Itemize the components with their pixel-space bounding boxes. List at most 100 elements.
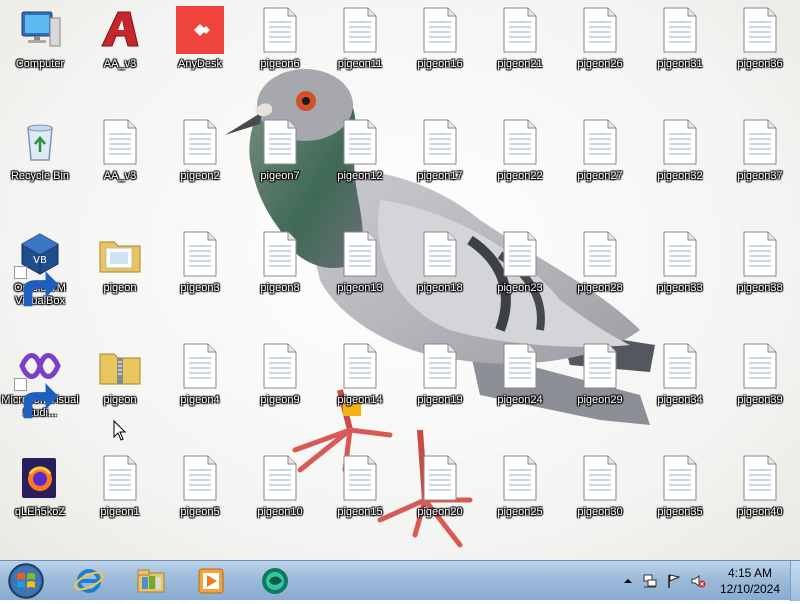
desktop-icon-pigeon19[interactable]: pigeon19 xyxy=(400,336,480,448)
action-center-flag-icon[interactable] xyxy=(666,573,682,589)
desktop-icon-pigeon6[interactable]: pigeon6 xyxy=(240,0,320,112)
desktop-icon-pigeon9[interactable]: pigeon9 xyxy=(240,336,320,448)
desktop-icon-pigeon35[interactable]: pigeon35 xyxy=(640,448,720,560)
desktop-icon-pigeon31[interactable]: pigeon31 xyxy=(640,0,720,112)
desktop-icon-label: pigeon39 xyxy=(737,394,783,406)
desktop-icon-pigeon40[interactable]: pigeon40 xyxy=(720,448,800,560)
show-hidden-icons-arrow[interactable] xyxy=(620,573,636,589)
desktop-icon-pigeon22[interactable]: pigeon22 xyxy=(480,112,560,224)
taskbar-internet-explorer[interactable] xyxy=(64,563,114,599)
volume-muted-icon[interactable] xyxy=(690,573,706,589)
desktop-icon-anydesk[interactable]: AnyDesk xyxy=(160,0,240,112)
desktop-icon-pigeon27[interactable]: pigeon27 xyxy=(560,112,640,224)
desktop-icon-pigeon36[interactable]: pigeon36 xyxy=(720,0,800,112)
text-file-icon xyxy=(576,454,624,502)
desktop-icon-oracle-vm-virtualbox[interactable]: VBOracle VM VirtualBox xyxy=(0,224,80,336)
mouse-cursor-icon xyxy=(113,420,127,441)
desktop-icon-label: pigeon16 xyxy=(417,58,463,70)
desktop-icon-pigeon30[interactable]: pigeon30 xyxy=(560,448,640,560)
desktop-icon-pigeon24[interactable]: pigeon24 xyxy=(480,336,560,448)
clock[interactable]: 4:15 AM 12/10/2024 xyxy=(712,565,788,597)
desktop-icon-recycle-bin[interactable]: Recycle Bin xyxy=(0,112,80,224)
desktop-icon-pigeon28[interactable]: pigeon28 xyxy=(560,224,640,336)
desktop-icon-pigeon14[interactable]: pigeon14 xyxy=(320,336,400,448)
visual-studio-icon xyxy=(14,342,64,419)
text-file-icon xyxy=(416,6,464,54)
internet-explorer-icon xyxy=(74,569,104,593)
desktop-icon-pigeon2[interactable]: pigeon2 xyxy=(160,112,240,224)
desktop-icon-label: AA_v3 xyxy=(103,58,137,70)
desktop-icon-pigeon33[interactable]: pigeon33 xyxy=(640,224,720,336)
desktop-icon-pigeon39[interactable]: pigeon39 xyxy=(720,336,800,448)
desktop-icon-pigeon3[interactable]: pigeon3 xyxy=(160,224,240,336)
desktop-icon-pigeon38[interactable]: pigeon38 xyxy=(720,224,800,336)
desktop-icon-pigeon7[interactable]: pigeon7 xyxy=(240,112,320,224)
recycle-bin-icon xyxy=(16,118,64,166)
desktop[interactable]: Computer Recycle Bin VBOracle VM VirtualBo… xyxy=(0,0,800,560)
desktop-icon-label: pigeon14 xyxy=(337,394,383,406)
desktop-icon-microsoft-visual-studi[interactable]: Microsoft Visual Studi... xyxy=(0,336,80,448)
desktop-icon-label: pigeon23 xyxy=(497,282,543,294)
text-file-icon xyxy=(336,6,384,54)
desktop-icon-label: pigeon37 xyxy=(737,170,783,182)
desktop-icon-label: AnyDesk xyxy=(177,58,223,70)
desktop-icon-pigeon29[interactable]: pigeon29 xyxy=(560,336,640,448)
text-file-icon xyxy=(656,118,704,166)
text-file-icon xyxy=(736,6,784,54)
taskbar-green-app[interactable] xyxy=(250,563,300,599)
desktop-icon-label: pigeon19 xyxy=(417,394,463,406)
desktop-icon-pigeon23[interactable]: pigeon23 xyxy=(480,224,560,336)
show-desktop-button[interactable] xyxy=(790,561,800,601)
desktop-icon-pigeon8[interactable]: pigeon8 xyxy=(240,224,320,336)
text-file-icon xyxy=(416,230,464,278)
desktop-icon-pigeon18[interactable]: pigeon18 xyxy=(400,224,480,336)
text-file-icon xyxy=(96,454,144,502)
desktop-icon-pigeon25[interactable]: pigeon25 xyxy=(480,448,560,560)
desktop-icon-label: AA_v3 xyxy=(103,170,137,182)
desktop-icon-label: pigeon29 xyxy=(577,394,623,406)
taskbar-media-player[interactable] xyxy=(186,563,236,599)
desktop-icon-pigeon21[interactable]: pigeon21 xyxy=(480,0,560,112)
desktop-icon-label: pigeon35 xyxy=(657,506,703,518)
desktop-icon-aa-v3[interactable]: AA_v3 xyxy=(80,0,160,112)
taskbar-windows-explorer[interactable] xyxy=(126,563,176,599)
desktop-icon-pigeon1[interactable]: pigeon1 xyxy=(80,448,160,560)
desktop-icon-pigeon5[interactable]: pigeon5 xyxy=(160,448,240,560)
text-file-icon xyxy=(656,342,704,390)
desktop-icon-label: pigeon34 xyxy=(657,394,703,406)
desktop-icon-pigeon16[interactable]: pigeon16 xyxy=(400,0,480,112)
desktop-icon-label: pigeon17 xyxy=(417,170,463,182)
desktop-icon-pigeon26[interactable]: pigeon26 xyxy=(560,0,640,112)
desktop-icon-pigeon37[interactable]: pigeon37 xyxy=(720,112,800,224)
desktop-icon-pigeon20[interactable]: pigeon20 xyxy=(400,448,480,560)
desktop-icon-pigeon10[interactable]: pigeon10 xyxy=(240,448,320,560)
desktop-icon-label: pigeon31 xyxy=(657,58,703,70)
desktop-icon-aa-v3[interactable]: AA_v3 xyxy=(80,112,160,224)
desktop-icon-pigeon17[interactable]: pigeon17 xyxy=(400,112,480,224)
text-file-icon xyxy=(736,454,784,502)
desktop-icon-label: pigeon40 xyxy=(737,506,783,518)
desktop-icon-label: pigeon4 xyxy=(180,394,220,406)
start-button[interactable] xyxy=(4,562,48,600)
desktop-icon-label: pigeon1 xyxy=(100,506,140,518)
desktop-icon-pigeon32[interactable]: pigeon32 xyxy=(640,112,720,224)
text-file-icon xyxy=(256,230,304,278)
desktop-icon-qleh5koz[interactable]: qLEh5koZ xyxy=(0,448,80,560)
desktop-icon-label: pigeon28 xyxy=(577,282,623,294)
text-file-icon xyxy=(176,454,224,502)
desktop-icon-pigeon4[interactable]: pigeon4 xyxy=(160,336,240,448)
desktop-icon-pigeon[interactable]: pigeon xyxy=(80,224,160,336)
text-file-icon xyxy=(336,118,384,166)
desktop-icon-pigeon34[interactable]: pigeon34 xyxy=(640,336,720,448)
desktop-icon-pigeon15[interactable]: pigeon15 xyxy=(320,448,400,560)
network-icon[interactable] xyxy=(642,573,658,589)
desktop-icon-label: pigeon36 xyxy=(737,58,783,70)
desktop-icon-pigeon11[interactable]: pigeon11 xyxy=(320,0,400,112)
desktop-icon-label: pigeon3 xyxy=(180,282,220,294)
desktop-icon-pigeon13[interactable]: pigeon13 xyxy=(320,224,400,336)
desktop-icon-computer[interactable]: Computer xyxy=(0,0,80,112)
text-file-icon xyxy=(656,454,704,502)
desktop-icon-pigeon12[interactable]: pigeon12 xyxy=(320,112,400,224)
desktop-icon-label: pigeon20 xyxy=(417,506,463,518)
text-file-icon xyxy=(176,230,224,278)
